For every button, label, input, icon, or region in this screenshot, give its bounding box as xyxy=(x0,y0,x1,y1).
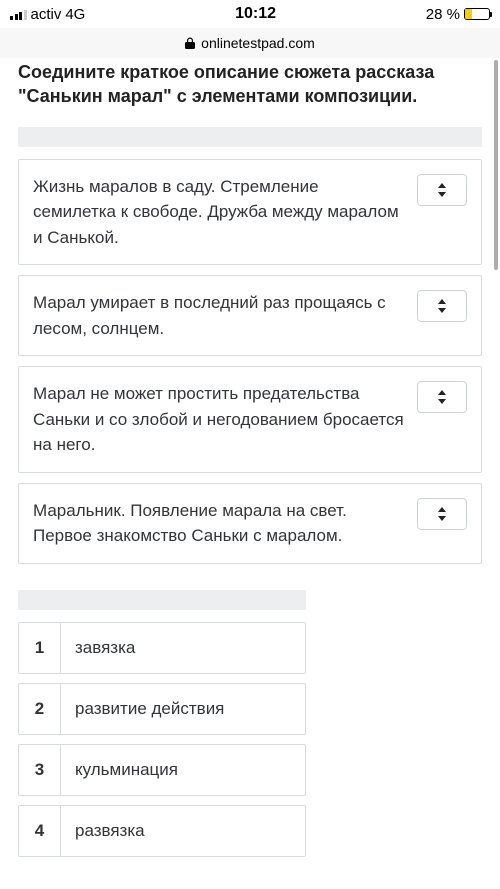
sort-icon xyxy=(437,299,447,313)
answer-number: 1 xyxy=(19,623,61,673)
answer-label: кульминация xyxy=(61,745,305,795)
status-right: 28 % xyxy=(426,6,490,23)
answer-label: развязка xyxy=(61,806,305,856)
match-item-text: Жизнь маралов в саду. Стремление семилет… xyxy=(33,174,405,251)
battery-percent: 28 % xyxy=(426,6,460,23)
answer-option: 4 развязка xyxy=(18,805,306,857)
carrier-label: activ xyxy=(31,6,62,23)
scrollbar-thumb[interactable] xyxy=(494,60,498,270)
clock: 10:12 xyxy=(235,5,276,23)
match-item-text: Марал не может простить предательства Са… xyxy=(33,381,405,458)
answer-option: 1 завязка xyxy=(18,622,306,674)
match-item: Марал не может простить предательства Са… xyxy=(18,366,482,473)
match-item: Марал умирает в последний раз прощаясь с… xyxy=(18,275,482,356)
match-item: Жизнь маралов в саду. Стремление семилет… xyxy=(18,159,482,266)
question-title: Соедините краткое описание сюжета расска… xyxy=(18,60,482,109)
answer-option: 3 кульминация xyxy=(18,744,306,796)
match-item-text: Марал умирает в последний раз прощаясь с… xyxy=(33,290,405,341)
section-divider xyxy=(18,590,306,610)
answer-number: 3 xyxy=(19,745,61,795)
lock-icon xyxy=(185,37,195,49)
match-item-text: Маральник. Появление марала на свет. Пер… xyxy=(33,498,405,549)
match-select[interactable] xyxy=(417,174,467,206)
match-select[interactable] xyxy=(417,290,467,322)
browser-url-bar[interactable]: onlinetestpad.com xyxy=(0,28,500,58)
battery-icon xyxy=(464,8,490,20)
answer-number: 2 xyxy=(19,684,61,734)
network-label: 4G xyxy=(65,6,85,23)
url-text: onlinetestpad.com xyxy=(201,35,315,51)
signal-bars-icon xyxy=(10,8,27,20)
status-bar: activ 4G 10:12 28 % xyxy=(0,0,500,28)
answer-number: 4 xyxy=(19,806,61,856)
match-item: Маральник. Появление марала на свет. Пер… xyxy=(18,483,482,564)
sort-icon xyxy=(437,507,447,521)
section-divider xyxy=(18,127,482,147)
answer-label: развитие действия xyxy=(61,684,305,734)
answer-option: 2 развитие действия xyxy=(18,683,306,735)
sort-icon xyxy=(437,183,447,197)
match-select[interactable] xyxy=(417,381,467,413)
sort-icon xyxy=(437,390,447,404)
match-select[interactable] xyxy=(417,498,467,530)
status-left: activ 4G xyxy=(10,6,85,23)
answer-label: завязка xyxy=(61,623,305,673)
content-area: Соедините краткое описание сюжета расска… xyxy=(0,58,500,889)
